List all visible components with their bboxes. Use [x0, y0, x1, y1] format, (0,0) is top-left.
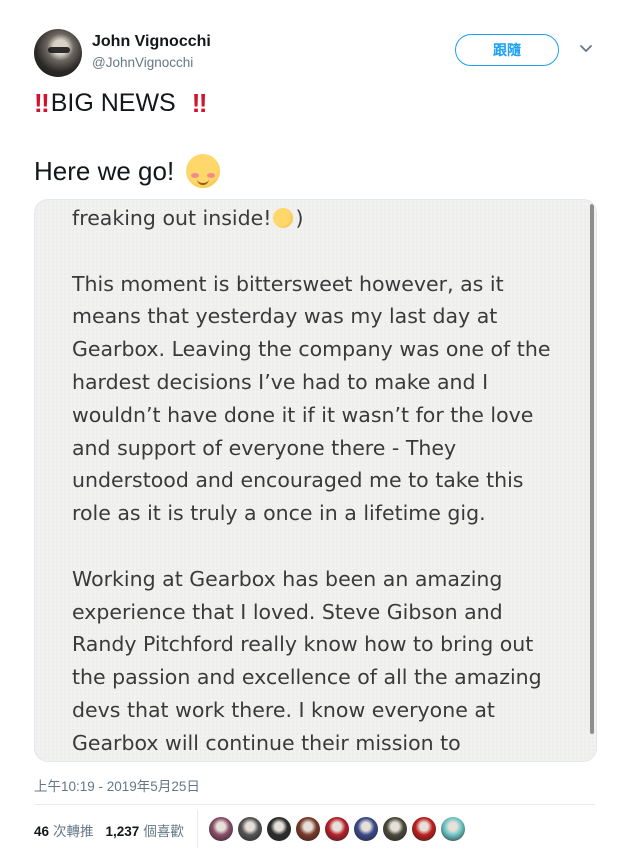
rolling-laughing-emoji-icon [270, 205, 297, 231]
note-line: means that yesterday was my last day at [72, 304, 498, 329]
smiling-blush-emoji-icon [186, 154, 221, 188]
note-line-end: ) [295, 206, 304, 230]
note-line: Gearbox will continue their mission to [72, 730, 461, 755]
tweet-stats: 46 次轉推 1,237 個喜歡 [34, 820, 184, 840]
tweet-text-line: Here we go! [34, 154, 221, 188]
liker-avatar-7[interactable] [383, 817, 407, 841]
note-line-text: freaking out inside! [72, 206, 272, 230]
note-line: freaking out inside!) [72, 202, 577, 235]
follow-button[interactable]: 跟隨 [455, 34, 559, 66]
tweet-image[interactable]: freaking out inside!) This moment is bit… [34, 199, 597, 762]
liker-avatar-4[interactable] [296, 817, 320, 841]
double-exclamation-icon: ‼ [191, 88, 208, 118]
like-stat[interactable]: 1,237 個喜歡 [106, 820, 184, 840]
note-line: wouldn’t have done it if it wasn’t for t… [72, 402, 534, 427]
note-line: This moment is bittersweet however, as i… [72, 271, 504, 296]
liker-avatar-6[interactable] [354, 817, 378, 841]
liker-avatar-1[interactable] [209, 817, 233, 841]
liker-avatar-9[interactable] [441, 817, 465, 841]
tweet-text: Here we go! [34, 155, 175, 186]
author-name[interactable]: John Vignocchi [92, 33, 211, 51]
note-line: and support of everyone there - They [72, 435, 457, 460]
note-line: experience that I loved. Steve Gibson an… [72, 599, 503, 624]
note-line: role as it is truly a once in a lifetime… [72, 501, 486, 526]
liker-avatar-3[interactable] [267, 817, 291, 841]
retweet-count: 46 [34, 824, 50, 839]
liker-avatar-2[interactable] [238, 817, 262, 841]
image-note-text: freaking out inside!) This moment is bit… [72, 202, 577, 760]
note-line: understood and encouraged me to take thi… [72, 468, 524, 493]
tweet-timestamp[interactable]: 上午10:19 - 2019年5月25日 [34, 775, 200, 795]
chevron-down-icon[interactable] [578, 40, 594, 56]
retweet-stat[interactable]: 46 次轉推 [34, 820, 94, 840]
liker-avatar-8[interactable] [412, 817, 436, 841]
note-line: Gearbox. Leaving the company was one of … [72, 337, 551, 362]
likers-avatar-list [209, 817, 470, 841]
stats-divider [197, 810, 198, 848]
author-avatar[interactable] [34, 29, 82, 77]
retweet-label: 次轉推 [53, 824, 94, 839]
note-line: Working at Gearbox has been an amazing [72, 566, 503, 591]
image-scrollbar [590, 204, 594, 734]
divider [34, 804, 595, 805]
note-line: devs that work there. I know everyone at [72, 697, 495, 722]
liker-avatar-5[interactable] [325, 817, 349, 841]
double-exclamation-icon: ‼ [34, 88, 50, 118]
headline-text: BIG NEWS [50, 89, 176, 117]
like-label: 個喜歡 [143, 824, 184, 839]
note-line: Randy Pitchford really know how to bring… [72, 632, 534, 657]
like-count: 1,237 [105, 824, 140, 839]
tweet-headline: ‼ BIG NEWS ‼ [34, 88, 208, 119]
note-line: the passion and excellence of all the am… [72, 665, 542, 690]
note-line: hardest decisions I’ve had to make and I [72, 369, 489, 394]
author-handle[interactable]: @JohnVignocchi [92, 55, 193, 70]
